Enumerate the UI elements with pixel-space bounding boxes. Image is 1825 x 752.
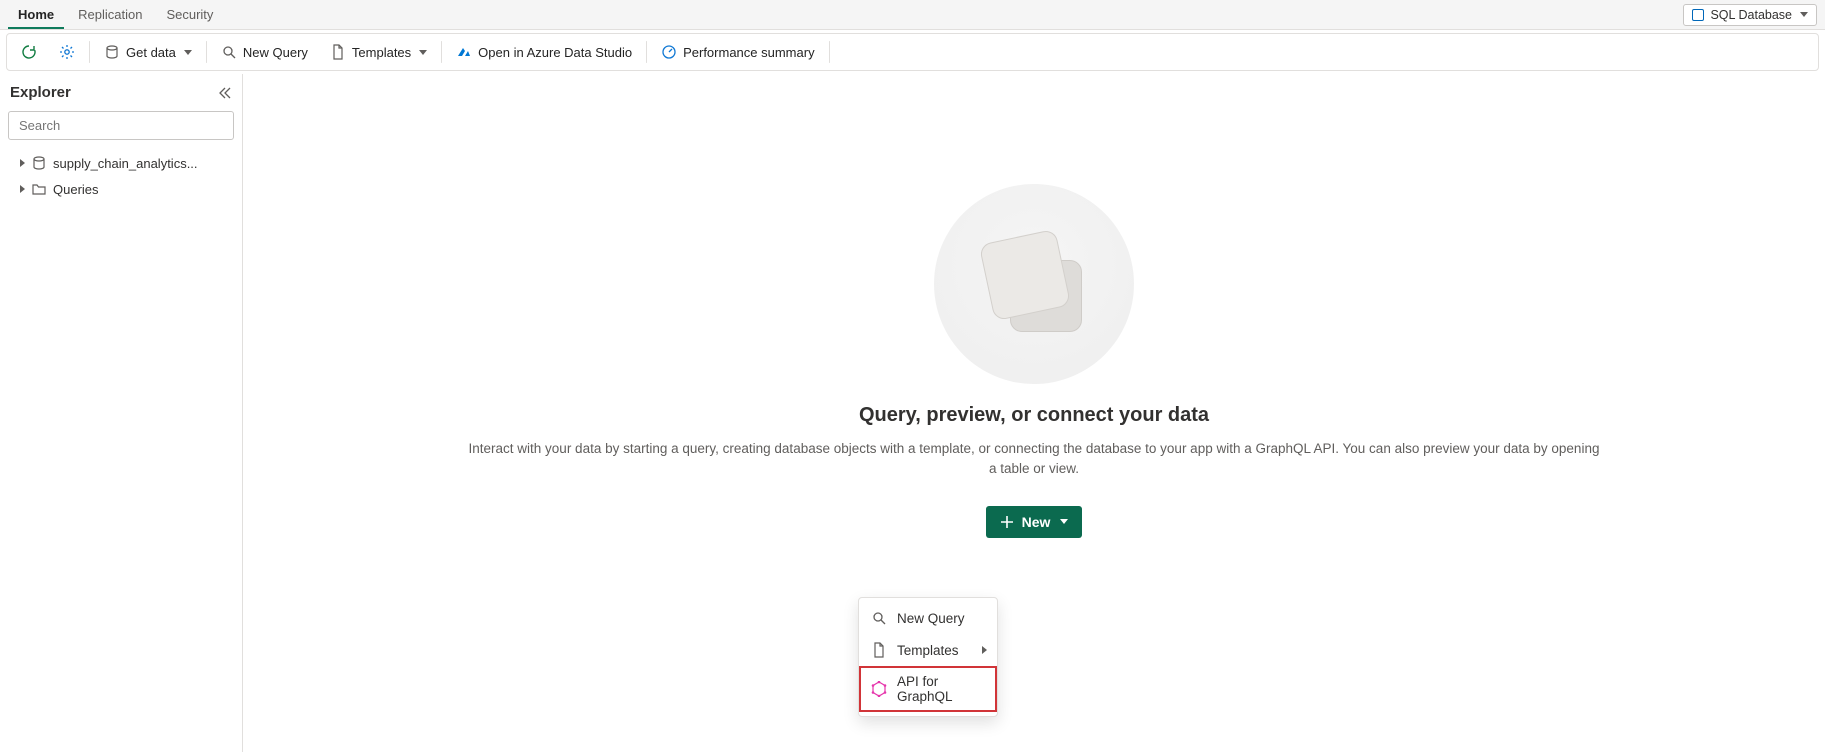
new-dropdown-menu: New Query Templates API for GraphQL — [858, 597, 998, 717]
hero-illustration — [934, 184, 1134, 384]
explorer-title: Explorer — [8, 84, 234, 101]
refresh-icon — [21, 44, 37, 60]
open-ads-button[interactable]: Open in Azure Data Studio — [448, 40, 640, 64]
open-ads-label: Open in Azure Data Studio — [478, 45, 632, 60]
query-icon — [871, 610, 887, 626]
sql-database-badge[interactable]: SQL Database — [1683, 4, 1817, 26]
query-icon — [221, 44, 237, 60]
data-icon — [104, 44, 120, 60]
separator — [646, 41, 647, 63]
chevron-down-icon — [1060, 519, 1068, 524]
azure-icon — [456, 44, 472, 60]
new-query-button[interactable]: New Query — [213, 40, 316, 64]
database-icon — [1692, 9, 1704, 21]
explorer-sidebar: Explorer supply_chain_analytics... Queri… — [0, 74, 243, 752]
chevron-down-icon — [184, 50, 192, 55]
menu-new-query-label: New Query — [897, 611, 965, 626]
gear-icon — [59, 44, 75, 60]
separator — [829, 41, 830, 63]
perf-summary-button[interactable]: Performance summary — [653, 40, 822, 64]
gauge-icon — [661, 44, 677, 60]
hero-subtitle: Interact with your data by starting a qu… — [464, 439, 1604, 480]
menu-api-graphql[interactable]: API for GraphQL — [859, 666, 997, 712]
tab-home[interactable]: Home — [8, 1, 64, 29]
new-button[interactable]: New — [986, 506, 1083, 538]
menu-templates[interactable]: Templates — [859, 634, 997, 666]
plus-icon — [1000, 515, 1014, 529]
tree-queries-node[interactable]: Queries — [8, 176, 234, 202]
chevron-down-icon — [1800, 12, 1808, 17]
tab-replication[interactable]: Replication — [68, 1, 152, 29]
get-data-button[interactable]: Get data — [96, 40, 200, 64]
main-split: Explorer supply_chain_analytics... Queri… — [0, 74, 1825, 752]
document-icon — [330, 44, 346, 60]
menu-new-query[interactable]: New Query — [859, 602, 997, 634]
search-input[interactable] — [8, 111, 234, 140]
hero-title: Query, preview, or connect your data — [859, 404, 1209, 427]
get-data-label: Get data — [126, 45, 176, 60]
separator — [206, 41, 207, 63]
graphql-icon — [871, 681, 887, 697]
tree-queries-label: Queries — [53, 182, 99, 197]
separator — [89, 41, 90, 63]
settings-button[interactable] — [51, 40, 83, 64]
folder-icon — [31, 181, 47, 197]
chevrons-left-icon — [218, 86, 232, 100]
tab-row: Home Replication Security — [8, 1, 223, 29]
tree-db-label: supply_chain_analytics... — [53, 156, 198, 171]
caret-right-icon — [20, 159, 25, 167]
caret-right-icon — [20, 185, 25, 193]
collapse-sidebar-button[interactable] — [218, 86, 232, 103]
tab-security[interactable]: Security — [156, 1, 223, 29]
database-icon — [31, 155, 47, 171]
templates-button[interactable]: Templates — [322, 40, 435, 64]
templates-label: Templates — [352, 45, 411, 60]
perf-summary-label: Performance summary — [683, 45, 814, 60]
document-icon — [871, 642, 887, 658]
toolbar: Get data New Query Templates Open in Azu… — [6, 33, 1819, 71]
cards-stack-icon — [986, 236, 1082, 332]
chevron-down-icon — [419, 50, 427, 55]
separator — [441, 41, 442, 63]
chevron-right-icon — [982, 646, 987, 654]
content-area: Query, preview, or connect your data Int… — [243, 74, 1825, 752]
db-badge-label: SQL Database — [1710, 8, 1792, 22]
top-tab-bar: Home Replication Security SQL Database — [0, 0, 1825, 30]
menu-api-graphql-label: API for GraphQL — [897, 674, 985, 704]
menu-templates-label: Templates — [897, 643, 959, 658]
refresh-button[interactable] — [13, 40, 45, 64]
tree-database-node[interactable]: supply_chain_analytics... — [8, 150, 234, 176]
new-query-label: New Query — [243, 45, 308, 60]
new-button-label: New — [1022, 514, 1051, 530]
